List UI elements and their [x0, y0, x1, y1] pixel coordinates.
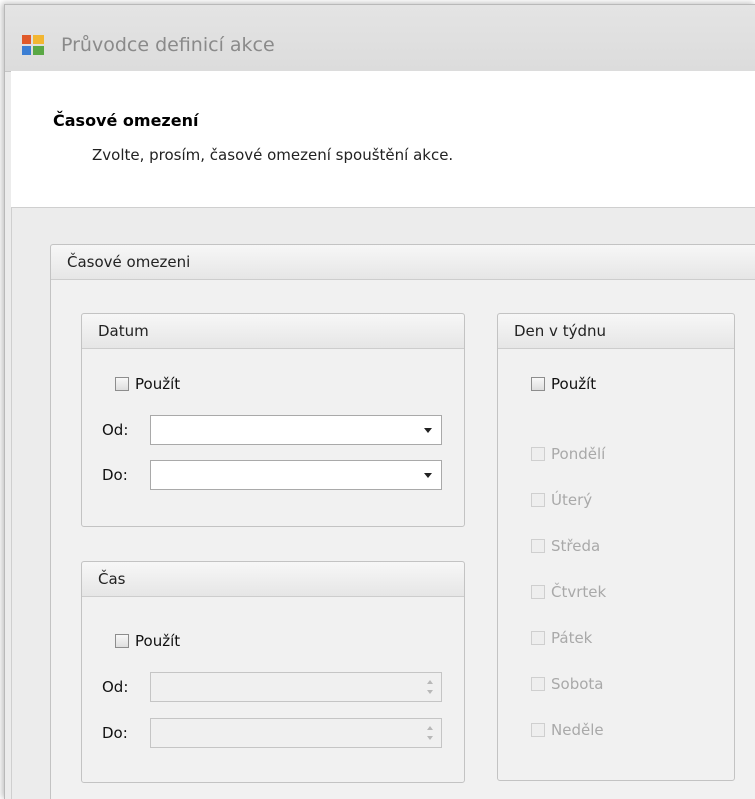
- date-use-checkbox[interactable]: Použít: [115, 375, 180, 393]
- weekday-checkbox-thursday-box[interactable]: [531, 585, 545, 599]
- weekday-checkbox-saturday-box[interactable]: [531, 677, 545, 691]
- weekday-group-label: Den v týdnu: [514, 322, 606, 340]
- time-use-checkbox-box[interactable]: [115, 634, 129, 648]
- weekday-group-header: Den v týdnu: [498, 314, 734, 349]
- page-title: Časové omezení: [53, 111, 199, 130]
- date-from-combo[interactable]: [150, 415, 442, 445]
- weekday-group: Den v týdnu Použít Pondělí Úterý Středa: [497, 313, 735, 781]
- weekday-label-thursday: Čtvrtek: [551, 583, 607, 601]
- time-restriction-group-header: Časové omezeni: [51, 245, 755, 280]
- weekday-use-checkbox[interactable]: Použít: [531, 375, 596, 393]
- weekday-checkbox-thursday[interactable]: Čtvrtek: [531, 583, 606, 601]
- window-title: Průvodce definicí akce: [61, 34, 275, 56]
- date-from-dropdown-arrow-icon[interactable]: [424, 428, 432, 433]
- time-group-header: Čas: [82, 562, 464, 597]
- time-restriction-group-label: Časové omezeni: [67, 253, 191, 271]
- time-group-label: Čas: [98, 570, 126, 588]
- date-group: Datum Použít Od: Do:: [81, 313, 465, 527]
- weekday-use-checkbox-box[interactable]: [531, 377, 545, 391]
- time-from-label: Od:: [102, 678, 129, 696]
- weekday-checkbox-friday-box[interactable]: [531, 631, 545, 645]
- weekday-checkbox-wednesday-box[interactable]: [531, 539, 545, 553]
- date-use-checkbox-box[interactable]: [115, 377, 129, 391]
- weekday-label-monday: Pondělí: [551, 445, 606, 463]
- time-to-label: Do:: [102, 724, 128, 742]
- time-restriction-group: Časové omezeni Datum Použít Od: Do: Čas …: [50, 244, 755, 799]
- time-use-checkbox[interactable]: Použít: [115, 632, 180, 650]
- weekday-checkbox-tuesday[interactable]: Úterý: [531, 491, 592, 509]
- time-from-spinner[interactable]: [150, 672, 442, 702]
- weekday-checkbox-wednesday[interactable]: Středa: [531, 537, 600, 555]
- title-bar[interactable]: Průvodce definicí akce: [5, 5, 755, 72]
- date-from-label: Od:: [102, 421, 129, 439]
- page-subtitle: Zvolte, prosím, časové omezení spouštění…: [92, 146, 454, 164]
- time-to-spinner[interactable]: [150, 718, 442, 748]
- weekday-checkbox-tuesday-box[interactable]: [531, 493, 545, 507]
- date-to-combo[interactable]: [150, 460, 442, 490]
- date-group-label: Datum: [98, 322, 149, 340]
- weekday-use-label: Použít: [551, 375, 597, 393]
- date-use-label: Použít: [135, 375, 181, 393]
- weekday-label-saturday: Sobota: [551, 675, 604, 693]
- wizard-body: Časové omezeni Datum Použít Od: Do: Čas …: [11, 208, 755, 799]
- time-group: Čas Použít Od: Do:: [81, 561, 465, 783]
- time-use-label: Použít: [135, 632, 181, 650]
- date-to-label: Do:: [102, 466, 128, 484]
- wizard-header: Časové omezení Zvolte, prosím, časové om…: [11, 71, 755, 208]
- wizard-window: Průvodce definicí akce Časové omezení Zv…: [4, 4, 755, 799]
- weekday-checkbox-sunday[interactable]: Neděle: [531, 721, 604, 739]
- weekday-label-wednesday: Středa: [551, 537, 601, 555]
- weekday-checkbox-friday[interactable]: Pátek: [531, 629, 592, 647]
- weekday-checkbox-monday[interactable]: Pondělí: [531, 445, 605, 463]
- date-to-dropdown-arrow-icon[interactable]: [424, 473, 432, 478]
- weekday-label-tuesday: Úterý: [551, 491, 593, 509]
- weekday-checkbox-monday-box[interactable]: [531, 447, 545, 461]
- time-to-down-icon[interactable]: [427, 736, 433, 740]
- time-from-up-icon[interactable]: [427, 680, 433, 684]
- weekday-checkbox-sunday-box[interactable]: [531, 723, 545, 737]
- weekday-label-friday: Pátek: [551, 629, 593, 647]
- time-to-up-icon[interactable]: [427, 726, 433, 730]
- app-window-icon: [22, 35, 44, 55]
- weekday-label-sunday: Neděle: [551, 721, 604, 739]
- time-from-down-icon[interactable]: [427, 690, 433, 694]
- weekday-checkbox-saturday[interactable]: Sobota: [531, 675, 603, 693]
- date-group-header: Datum: [82, 314, 464, 349]
